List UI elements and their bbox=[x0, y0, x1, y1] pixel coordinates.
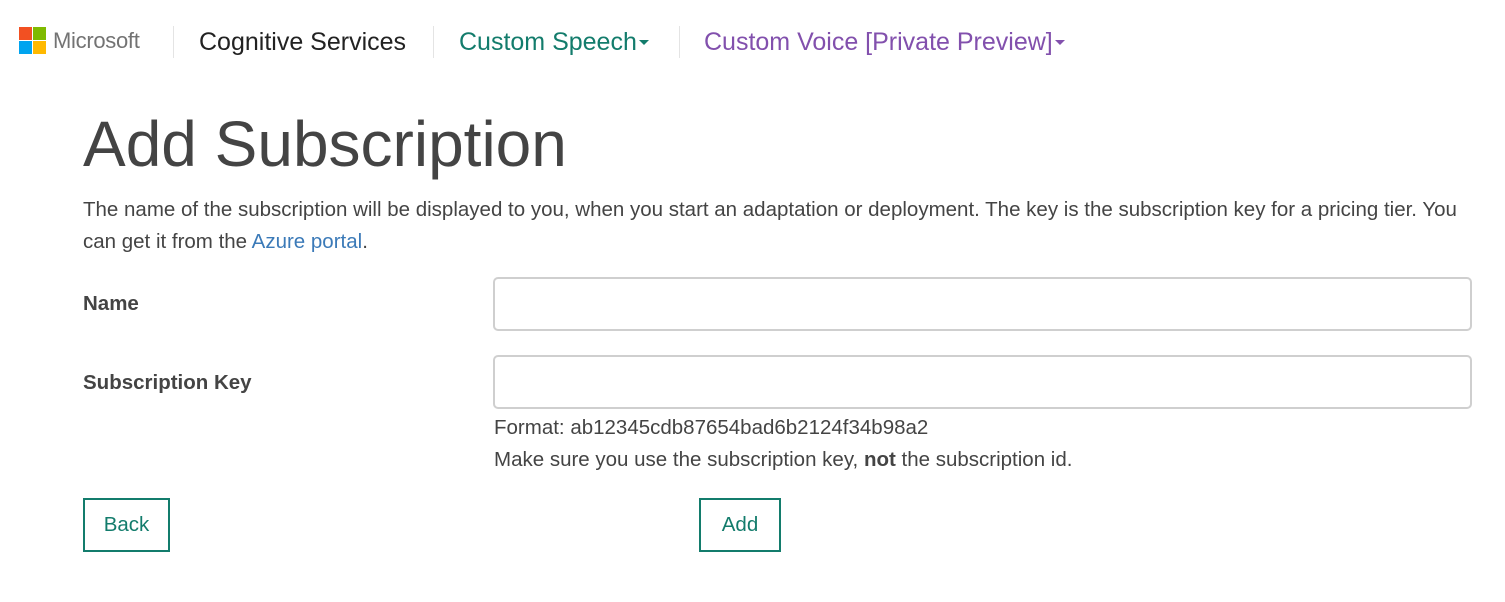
microsoft-logo-icon bbox=[19, 27, 46, 54]
key-note-after: the subscription id. bbox=[895, 448, 1073, 471]
key-note-emphasis: not bbox=[863, 448, 896, 471]
azure-portal-link[interactable]: Azure portal bbox=[252, 230, 363, 253]
microsoft-wordmark: Microsoft bbox=[53, 27, 140, 53]
page-title: Add Subscription bbox=[83, 108, 567, 180]
name-label: Name bbox=[83, 292, 139, 315]
intro-end: . bbox=[362, 230, 368, 253]
nav-custom-voice-label: Custom Voice [Private Preview] bbox=[704, 28, 1053, 56]
microsoft-logo[interactable]: Microsoft bbox=[19, 27, 140, 54]
subscription-key-label: Subscription Key bbox=[83, 371, 252, 394]
key-usage-note: Make sure you use the subscription key, … bbox=[494, 444, 1072, 476]
nav-cognitive-services[interactable]: Cognitive Services bbox=[199, 26, 406, 58]
add-button[interactable]: Add bbox=[699, 498, 781, 552]
nav-custom-speech-label: Custom Speech bbox=[459, 28, 637, 56]
nav-divider bbox=[173, 26, 174, 58]
subscription-key-input[interactable] bbox=[493, 355, 1472, 409]
nav-divider bbox=[679, 26, 680, 58]
nav-custom-voice-dropdown[interactable]: Custom Voice [Private Preview] bbox=[704, 26, 1065, 58]
top-navigation: Microsoft Cognitive Services Custom Spee… bbox=[0, 0, 1505, 84]
intro-paragraph: The name of the subscription will be dis… bbox=[83, 194, 1473, 258]
nav-divider bbox=[433, 26, 434, 58]
nav-cognitive-services-label: Cognitive Services bbox=[199, 28, 407, 56]
key-format-hint: Format: ab12345cdb87654bad6b2124f34b98a2 bbox=[494, 416, 929, 439]
caret-down-icon bbox=[638, 39, 649, 45]
key-note-before: Make sure you use the subscription key, bbox=[494, 448, 864, 471]
name-input[interactable] bbox=[493, 277, 1472, 331]
caret-down-icon bbox=[1054, 39, 1065, 45]
nav-custom-speech-dropdown[interactable]: Custom Speech bbox=[459, 26, 649, 58]
back-button[interactable]: Back bbox=[83, 498, 170, 552]
